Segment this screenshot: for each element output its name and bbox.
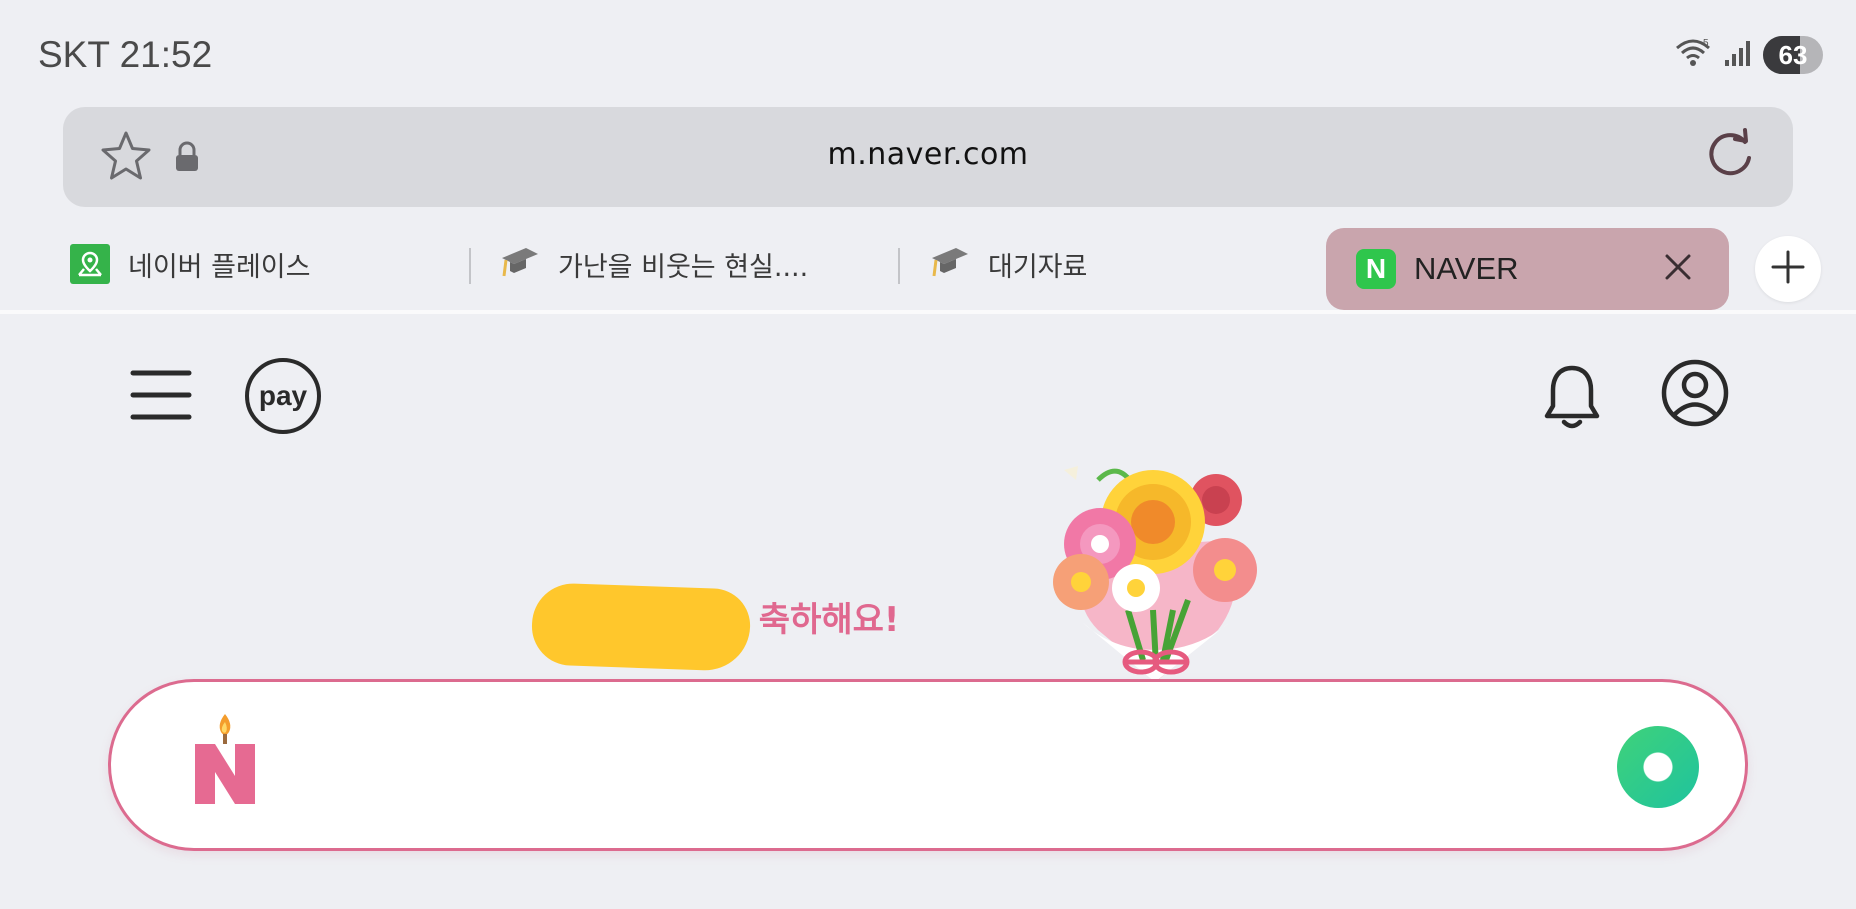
tab-title: 네이버 플레이스 — [128, 251, 311, 283]
url-text[interactable]: m.naver.com — [63, 137, 1793, 172]
naver-n-icon: N — [1356, 249, 1396, 289]
hamburger-menu-icon[interactable] — [130, 367, 192, 427]
tab-divider — [469, 248, 471, 284]
search-box[interactable] — [108, 679, 1748, 851]
signal-icon — [1723, 38, 1753, 72]
bell-icon[interactable] — [1542, 362, 1602, 436]
redaction-mark — [530, 582, 752, 672]
graduation-cap-icon — [500, 244, 540, 284]
reload-icon[interactable] — [1701, 127, 1759, 189]
tab-naver-active[interactable]: N NAVER — [1326, 228, 1729, 310]
tab-poverty-article[interactable]: 가난을 비웃는 현실.... — [500, 234, 808, 294]
wifi-icon: 5 — [1673, 36, 1713, 74]
flower-bouquet-icon[interactable] — [1048, 460, 1262, 688]
battery-level: 63 — [1778, 39, 1808, 70]
tab-naver-place[interactable]: 네이버 플레이스 — [70, 234, 310, 294]
tab-title: NAVER — [1414, 251, 1519, 286]
voice-search-button[interactable] — [1617, 726, 1699, 808]
address-bar[interactable]: m.naver.com — [63, 107, 1793, 207]
new-tab-button[interactable] — [1755, 236, 1821, 302]
plus-icon — [1770, 249, 1806, 289]
tab-title: 가난을 비웃는 현실.... — [558, 251, 809, 283]
svg-text:5: 5 — [1703, 38, 1709, 49]
map-pin-icon — [70, 244, 110, 284]
tab-title: 대기자료 — [988, 251, 1088, 283]
status-icons: 5 63 — [1673, 36, 1823, 74]
tab-strip-divider — [0, 310, 1856, 314]
close-icon[interactable] — [1661, 250, 1695, 288]
tab-strip: 네이버 플레이스 가난을 비웃는 현실.... 대기자료 N NAVER — [0, 220, 1856, 310]
user-profile-icon[interactable] — [1660, 358, 1730, 432]
search-input[interactable] — [271, 722, 1571, 812]
graduation-cap-icon — [930, 244, 970, 284]
tab-divider — [898, 248, 900, 284]
battery-icon: 63 — [1763, 36, 1823, 74]
carrier-time: SKT 21:52 — [38, 34, 213, 75]
status-bar: SKT 21:52 5 63 — [0, 0, 1856, 105]
pay-button[interactable]: pay — [245, 358, 321, 434]
naver-birthday-logo-icon[interactable] — [181, 710, 261, 814]
tab-data[interactable]: 대기자료 — [930, 234, 1087, 294]
